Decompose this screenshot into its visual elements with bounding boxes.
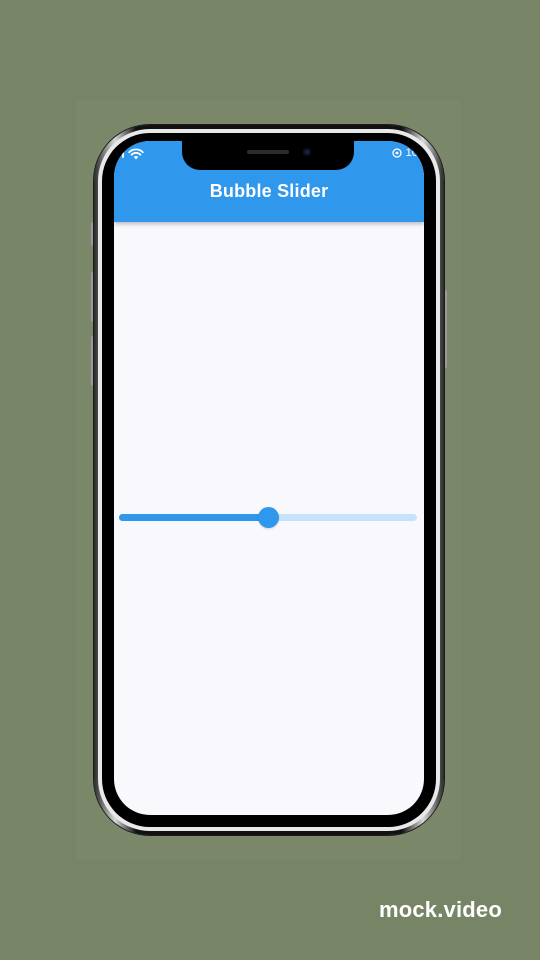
slider-thumb[interactable]: [258, 507, 279, 528]
phone-screen: 100 Bubble Slider: [114, 141, 424, 815]
phone-notch: [182, 141, 354, 170]
signal-icon: [122, 150, 124, 158]
orientation-lock-icon: [391, 148, 402, 158]
speaker-grille: [247, 150, 289, 154]
watermark: mock.video: [378, 897, 502, 922]
wifi-icon: [128, 148, 144, 160]
status-bar-left: [122, 147, 144, 161]
front-camera: [303, 148, 311, 156]
battery-percentage: 100: [405, 147, 424, 159]
stage: 100 Bubble Slider mock.video: [0, 0, 540, 960]
bubble-slider[interactable]: [119, 505, 417, 529]
page-title: Bubble Slider: [209, 181, 329, 201]
slider-active-track[interactable]: [119, 514, 268, 521]
status-bar-right: 100: [391, 147, 424, 159]
